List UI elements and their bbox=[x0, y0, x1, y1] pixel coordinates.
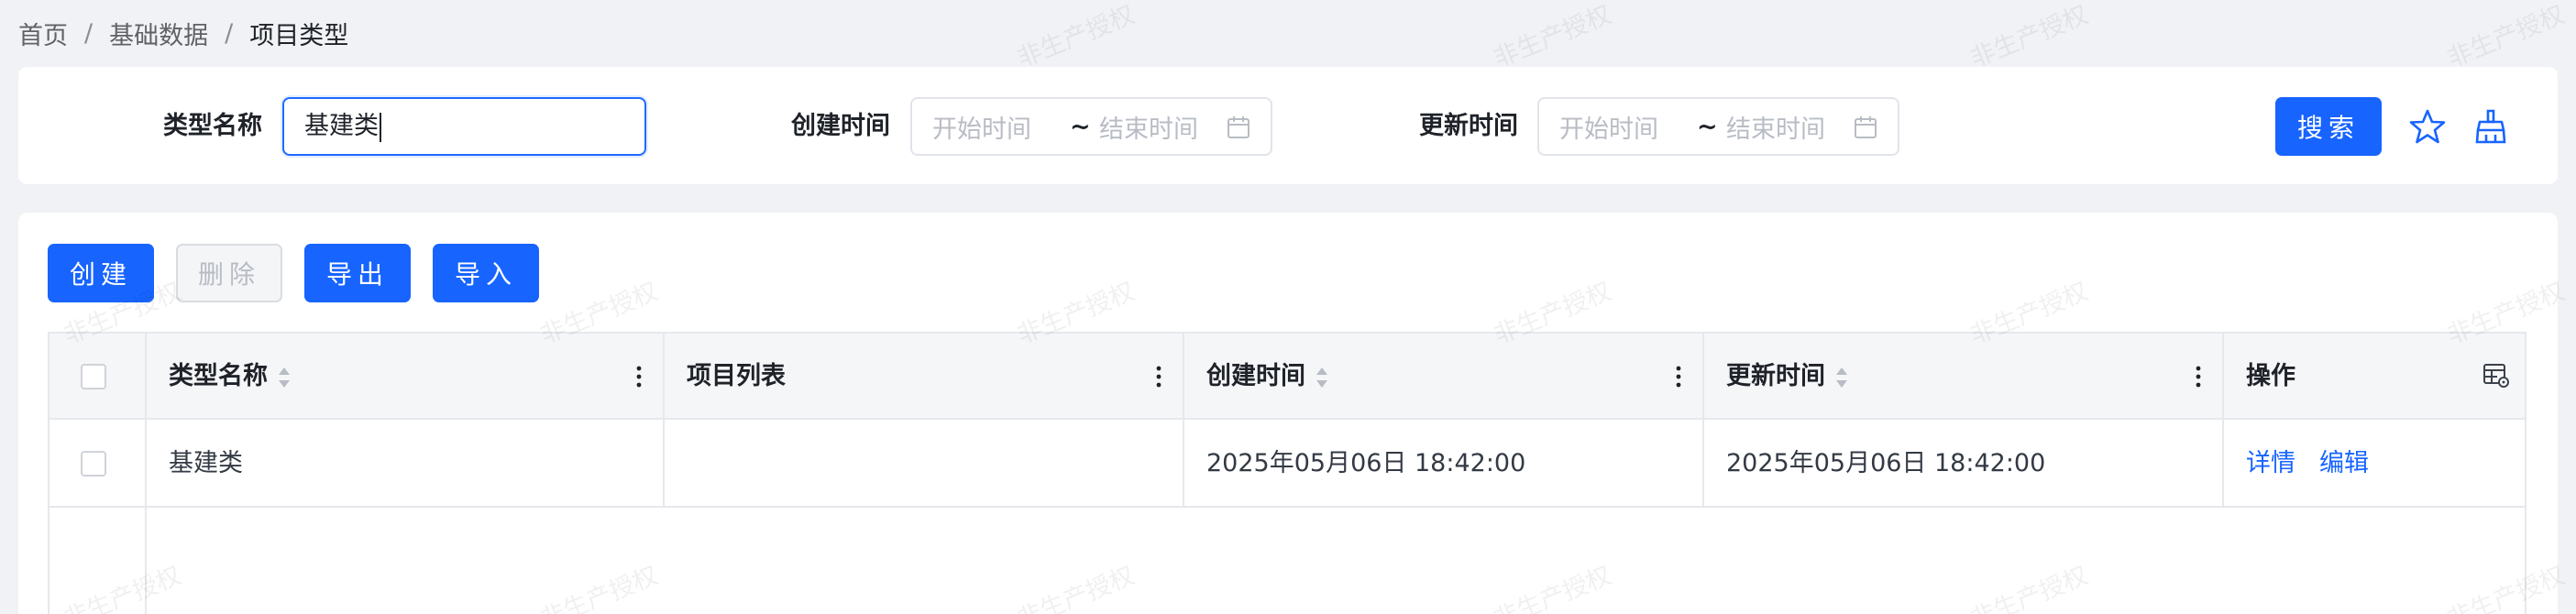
text-caret bbox=[380, 112, 381, 142]
breadcrumb: 首页 / 基础数据 / 项目类型 bbox=[18, 15, 348, 51]
breadcrumb-separator: / bbox=[225, 18, 234, 48]
column-header-project-list[interactable]: 项目列表 bbox=[687, 360, 786, 393]
cell-type-name: 基建类 bbox=[169, 449, 243, 477]
column-divider bbox=[145, 508, 147, 614]
range-start-placeholder[interactable]: 开始时间 bbox=[1559, 109, 1658, 145]
column-header-updated-time[interactable]: 更新时间 bbox=[1726, 360, 1825, 393]
star-icon[interactable] bbox=[2409, 108, 2446, 145]
create-button[interactable]: 创建 bbox=[48, 244, 154, 302]
broom-icon[interactable] bbox=[2472, 108, 2509, 145]
range-separator: ~ bbox=[1697, 112, 1718, 141]
breadcrumb-separator: / bbox=[84, 18, 94, 48]
more-vertical-icon[interactable] bbox=[636, 366, 642, 388]
watermark: 非生产授权 bbox=[1013, 0, 1139, 73]
import-button[interactable]: 导入 bbox=[433, 244, 539, 302]
table-header: 类型名称 项目列表 创建时间 更新时间 操作 bbox=[50, 334, 2525, 420]
column-divider bbox=[1183, 334, 1184, 418]
cell-created-time: 2025年05月06日 18:42:00 bbox=[1206, 449, 1526, 477]
range-start-placeholder[interactable]: 开始时间 bbox=[932, 109, 1031, 145]
breadcrumb-current: 项目类型 bbox=[249, 21, 349, 50]
data-table: 类型名称 项目列表 创建时间 更新时间 操作 基建类 2025年05月06日 1… bbox=[48, 332, 2526, 614]
column-divider bbox=[1183, 420, 1184, 506]
created-time-range-picker[interactable]: 开始时间 ~ 结束时间 bbox=[910, 97, 1272, 156]
breadcrumb-home[interactable]: 首页 bbox=[18, 16, 68, 51]
export-button[interactable]: 导出 bbox=[304, 244, 411, 302]
watermark: 非生产授权 bbox=[1966, 0, 2093, 73]
column-header-type-name[interactable]: 类型名称 bbox=[169, 360, 268, 393]
column-divider bbox=[1702, 420, 1704, 506]
type-name-input[interactable]: 基建类 bbox=[282, 97, 646, 156]
cell-updated-time: 2025年05月06日 18:42:00 bbox=[1726, 449, 2046, 477]
more-vertical-icon[interactable] bbox=[1676, 366, 1681, 388]
column-divider bbox=[1702, 334, 1704, 418]
range-end-placeholder[interactable]: 结束时间 bbox=[1099, 109, 1198, 145]
search-button[interactable]: 搜索 bbox=[2275, 97, 2382, 156]
type-name-value: 基建类 bbox=[304, 112, 379, 140]
sort-icon[interactable] bbox=[1834, 365, 1849, 390]
updated-time-range-picker[interactable]: 开始时间 ~ 结束时间 bbox=[1537, 97, 1899, 156]
detail-link[interactable]: 详情 bbox=[2246, 447, 2295, 480]
more-vertical-icon[interactable] bbox=[1156, 366, 1161, 388]
sort-icon[interactable] bbox=[1315, 365, 1329, 390]
column-divider bbox=[663, 420, 665, 506]
row-checkbox[interactable] bbox=[81, 451, 106, 477]
select-all-checkbox[interactable] bbox=[81, 364, 106, 389]
type-name-label: 类型名称 bbox=[163, 112, 262, 140]
range-separator: ~ bbox=[1070, 112, 1091, 141]
more-vertical-icon[interactable] bbox=[2196, 366, 2201, 388]
created-time-label: 创建时间 bbox=[791, 112, 890, 140]
calendar-icon bbox=[1227, 116, 1249, 138]
delete-button[interactable]: 删除 bbox=[176, 244, 282, 302]
sort-icon[interactable] bbox=[277, 365, 292, 390]
table-settings-icon[interactable] bbox=[2482, 362, 2510, 389]
column-divider bbox=[2222, 334, 2224, 418]
column-divider bbox=[2222, 420, 2224, 506]
table-row[interactable]: 基建类 2025年05月06日 18:42:00 2025年05月06日 18:… bbox=[50, 420, 2525, 508]
column-divider bbox=[145, 334, 147, 418]
updated-time-label: 更新时间 bbox=[1419, 112, 1518, 140]
column-header-created-time[interactable]: 创建时间 bbox=[1206, 360, 1305, 393]
breadcrumb-basic-data[interactable]: 基础数据 bbox=[109, 16, 208, 51]
calendar-icon bbox=[1855, 116, 1877, 138]
watermark: 非生产授权 bbox=[2443, 0, 2570, 73]
column-divider bbox=[663, 334, 665, 418]
range-end-placeholder[interactable]: 结束时间 bbox=[1726, 109, 1825, 145]
column-header-actions: 操作 bbox=[2246, 362, 2295, 390]
watermark: 非生产授权 bbox=[1490, 0, 1616, 73]
edit-link[interactable]: 编辑 bbox=[2319, 447, 2369, 480]
column-divider bbox=[145, 420, 147, 506]
